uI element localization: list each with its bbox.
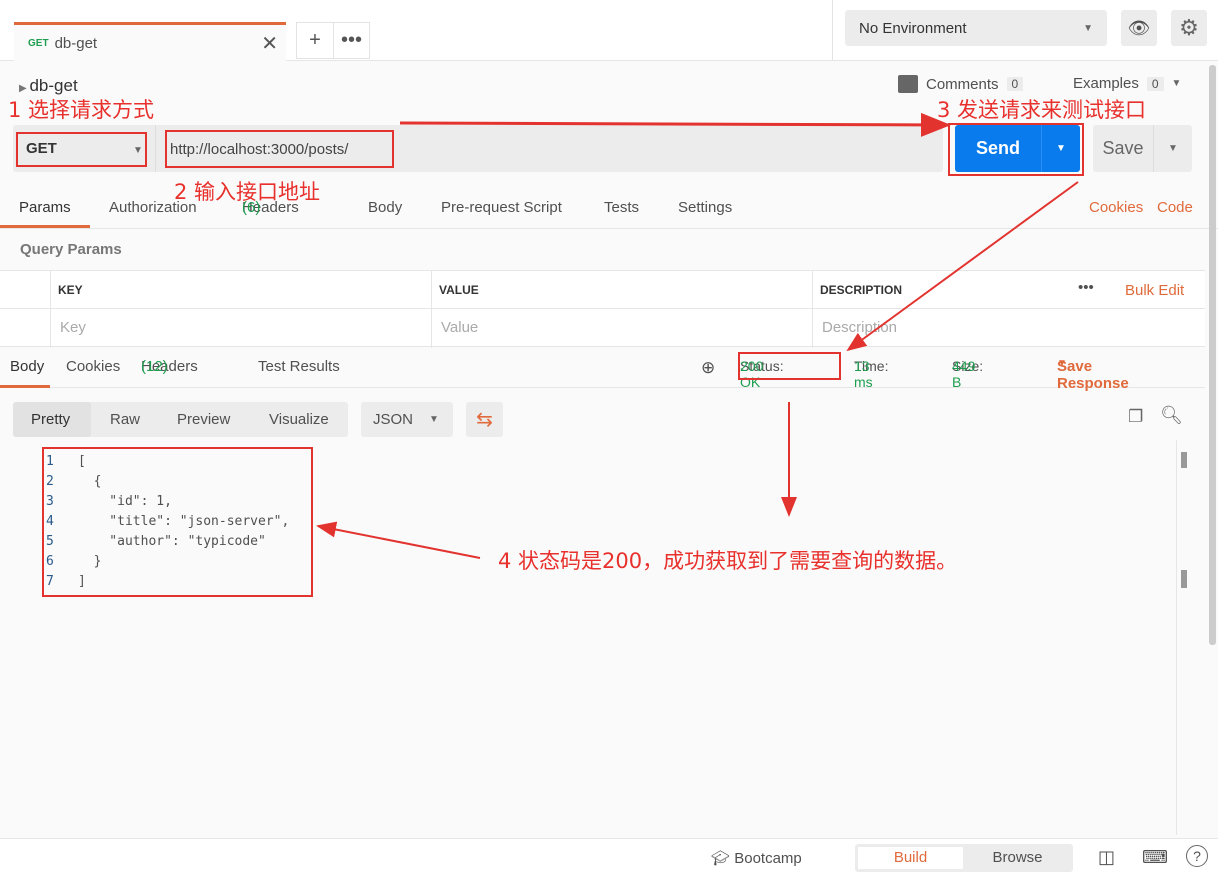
arrow-to-status — [846, 181, 1079, 352]
arrow-to-response — [316, 521, 481, 559]
arrow-to-send — [399, 112, 951, 137]
annotation-arrows — [316, 112, 1079, 559]
